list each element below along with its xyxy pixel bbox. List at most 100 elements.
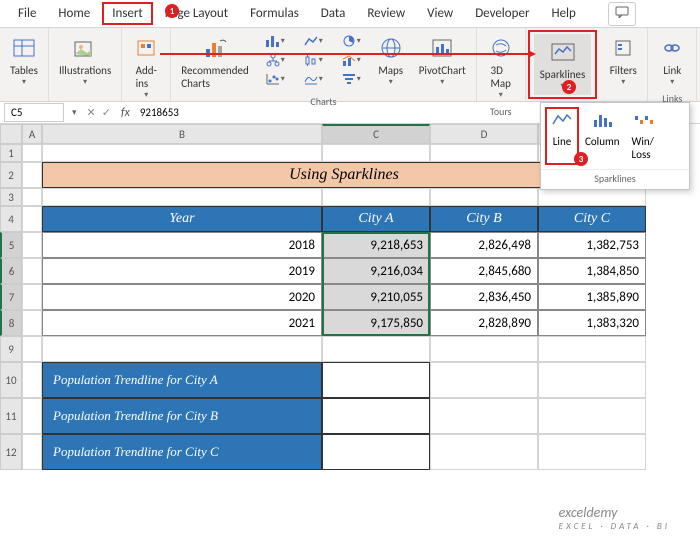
- cell[interactable]: [430, 144, 538, 162]
- chart-scatter-icon[interactable]: ▾: [257, 70, 293, 88]
- filters-button[interactable]: Filters▾: [603, 30, 643, 91]
- cell[interactable]: [22, 144, 42, 162]
- cell-year[interactable]: 2018: [42, 232, 322, 258]
- chart-funnel-icon[interactable]: ▾: [333, 70, 369, 88]
- cell[interactable]: [322, 336, 430, 362]
- cell[interactable]: [322, 144, 430, 162]
- cell[interactable]: [538, 336, 646, 362]
- cell[interactable]: [538, 398, 646, 434]
- row-header-5[interactable]: 5: [0, 232, 22, 258]
- cell[interactable]: [430, 336, 538, 362]
- cell-year[interactable]: 2019: [42, 258, 322, 284]
- tables-button[interactable]: Tables▾: [4, 30, 44, 91]
- row-header-4[interactable]: 4: [0, 206, 22, 232]
- menu-file[interactable]: File: [8, 2, 46, 25]
- cell[interactable]: [22, 310, 42, 336]
- cell-c5[interactable]: 9,218,653: [322, 232, 430, 258]
- namebox-dropdown-icon[interactable]: ▾: [68, 107, 81, 118]
- cell-year[interactable]: 2020: [42, 284, 322, 310]
- enter-icon[interactable]: ✓: [102, 106, 111, 119]
- cell[interactable]: [22, 162, 42, 188]
- menu-home[interactable]: Home: [48, 2, 100, 25]
- chart-surface-icon[interactable]: ▾: [295, 70, 331, 88]
- menu-help[interactable]: Help: [541, 2, 585, 25]
- menu-developer[interactable]: Developer: [465, 2, 539, 25]
- cell[interactable]: [538, 362, 646, 398]
- recommended-charts-button[interactable]: Recommended Charts: [175, 30, 254, 94]
- trend-a-spark[interactable]: [322, 362, 430, 398]
- cell[interactable]: [22, 284, 42, 310]
- link-button[interactable]: Link▾: [652, 30, 692, 91]
- row-header-6[interactable]: 6: [0, 258, 22, 284]
- col-header-d[interactable]: D: [430, 124, 538, 144]
- cell[interactable]: [430, 398, 538, 434]
- cell[interactable]: 1,383,320: [538, 310, 646, 336]
- row-header-7[interactable]: 7: [0, 284, 22, 310]
- cell[interactable]: [22, 258, 42, 284]
- row-header-3[interactable]: 3: [0, 188, 22, 206]
- cell[interactable]: [322, 188, 430, 206]
- col-header-b[interactable]: B: [42, 124, 322, 144]
- addins-button[interactable]: Add- ins▾: [126, 30, 166, 104]
- trend-c-spark[interactable]: [322, 434, 430, 470]
- row-header-2[interactable]: 2: [0, 162, 22, 188]
- trend-b-spark[interactable]: [322, 398, 430, 434]
- header-cityc[interactable]: City C: [538, 206, 646, 232]
- menu-insert[interactable]: Insert: [102, 2, 153, 25]
- cell[interactable]: [538, 188, 646, 206]
- sparkline-winloss[interactable]: Win/ Loss: [626, 107, 660, 165]
- row-header-1[interactable]: 1: [0, 144, 22, 162]
- cell[interactable]: 2,836,450: [430, 284, 538, 310]
- cell[interactable]: 2,845,680: [430, 258, 538, 284]
- cell[interactable]: [22, 232, 42, 258]
- menu-view[interactable]: View: [417, 2, 463, 25]
- cell[interactable]: 1,382,753: [538, 232, 646, 258]
- name-box[interactable]: C5: [4, 103, 64, 122]
- chart-column-icon[interactable]: ▾: [257, 32, 293, 50]
- chart-pie-icon[interactable]: ▾: [333, 32, 369, 50]
- col-header-c[interactable]: C: [322, 124, 430, 144]
- 3dmap-button[interactable]: 3D Map▾: [481, 30, 521, 104]
- cell[interactable]: 1,384,850: [538, 258, 646, 284]
- maps-button[interactable]: Maps▾: [371, 30, 411, 91]
- pivotchart-button[interactable]: PivotChart▾: [413, 30, 472, 91]
- illustrations-button[interactable]: Illustrations▾: [53, 30, 117, 91]
- cell[interactable]: [430, 188, 538, 206]
- cell[interactable]: [22, 206, 42, 232]
- select-all-corner[interactable]: [0, 124, 22, 144]
- col-header-a[interactable]: A: [22, 124, 42, 144]
- header-citya[interactable]: City A: [322, 206, 430, 232]
- row-header-12[interactable]: 12: [0, 434, 22, 470]
- cell[interactable]: [538, 434, 646, 470]
- cell[interactable]: 2,826,498: [430, 232, 538, 258]
- cell[interactable]: [430, 362, 538, 398]
- menu-review[interactable]: Review: [357, 2, 415, 25]
- cell[interactable]: [22, 188, 42, 206]
- cell[interactable]: [42, 336, 322, 362]
- cell[interactable]: 2,828,890: [430, 310, 538, 336]
- cell[interactable]: 9,175,850: [322, 310, 430, 336]
- cell[interactable]: 9,216,034: [322, 258, 430, 284]
- trend-b-label[interactable]: Population Trendline for City B: [42, 398, 322, 434]
- header-year[interactable]: Year: [42, 206, 322, 232]
- cell[interactable]: [42, 144, 322, 162]
- chart-line-icon[interactable]: ▾: [295, 32, 331, 50]
- trend-c-label[interactable]: Population Trendline for City C: [42, 434, 322, 470]
- cell[interactable]: 1,385,890: [538, 284, 646, 310]
- cell-year[interactable]: 2021: [42, 310, 322, 336]
- cell[interactable]: 9,210,055: [322, 284, 430, 310]
- row-header-9[interactable]: 9: [0, 336, 22, 362]
- menu-data[interactable]: Data: [311, 2, 356, 25]
- cell[interactable]: [22, 362, 42, 398]
- row-header-11[interactable]: 11: [0, 398, 22, 434]
- row-header-10[interactable]: 10: [0, 362, 22, 398]
- fx-icon[interactable]: fx: [117, 106, 134, 120]
- header-cityb[interactable]: City B: [430, 206, 538, 232]
- comments-icon[interactable]: [608, 2, 636, 26]
- row-header-8[interactable]: 8: [0, 310, 22, 336]
- trend-a-label[interactable]: Population Trendline for City A: [42, 362, 322, 398]
- cell[interactable]: [22, 336, 42, 362]
- cancel-icon[interactable]: ✕: [87, 106, 96, 119]
- cell[interactable]: [22, 434, 42, 470]
- cell[interactable]: [22, 398, 42, 434]
